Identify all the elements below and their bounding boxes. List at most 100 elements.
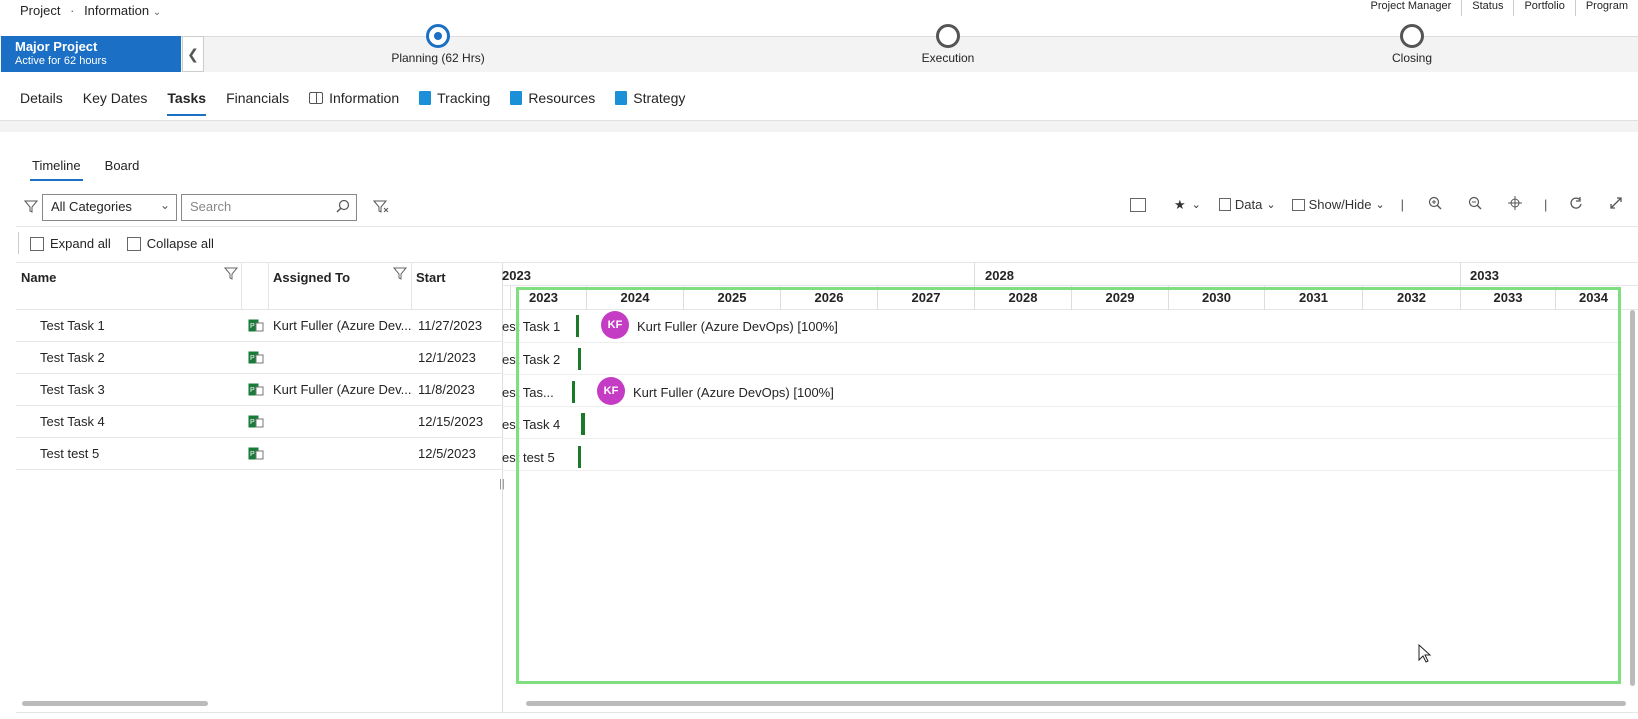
- breadcrumb-separator: ·: [70, 3, 75, 18]
- tab-key-dates[interactable]: Key Dates: [83, 86, 148, 110]
- tab-tracking[interactable]: Tracking: [419, 86, 490, 110]
- timeline-toolbar: ★ ⌄ Data ⌄ Show/Hide ⌄ | |: [1130, 196, 1623, 213]
- fit-to-screen-icon[interactable]: [1508, 196, 1523, 213]
- collapse-all-label: Collapse all: [146, 236, 214, 251]
- chevron-down-icon[interactable]: ⌄: [1192, 198, 1201, 211]
- project-name: Major Project: [15, 39, 98, 54]
- selection-highlight: [516, 287, 1621, 684]
- chevron-left-icon: ❮: [187, 45, 199, 62]
- top-links: Project Manager Status Portfolio Program: [1361, 0, 1638, 16]
- major-year: 2028: [985, 268, 1014, 283]
- mouse-cursor-icon: [1418, 643, 1432, 667]
- tab-resources[interactable]: Resources: [510, 86, 595, 110]
- toolbar-divider: |: [1400, 197, 1405, 212]
- task-start: 11/27/2023: [418, 318, 483, 333]
- task-name[interactable]: Test Task 1: [40, 318, 105, 333]
- stage-active-icon: [426, 24, 450, 48]
- data-menu-button[interactable]: Data: [1235, 197, 1262, 212]
- project-file-icon: P: [248, 447, 264, 460]
- tab-page-icon: [510, 91, 523, 105]
- search-icon[interactable]: [336, 199, 350, 216]
- task-name[interactable]: Test Task 4: [40, 414, 105, 429]
- task-name[interactable]: Test Task 3: [40, 382, 105, 397]
- column-header-name[interactable]: Name: [21, 270, 56, 285]
- tab-label: Key Dates: [82, 90, 148, 106]
- chevron-down-icon[interactable]: ⌄: [1266, 198, 1275, 211]
- task-start: 12/1/2023: [418, 350, 476, 365]
- svg-text:P: P: [250, 419, 255, 426]
- stage-execution[interactable]: Execution: [878, 24, 1018, 65]
- chevron-down-icon[interactable]: ⌄: [1375, 198, 1384, 211]
- expand-all-label: Expand all: [50, 236, 111, 251]
- column-header-start[interactable]: Start: [416, 270, 446, 285]
- splitter-handle-icon[interactable]: ||: [499, 478, 505, 490]
- table-row[interactable]: Test Task 2 P 12/1/2023: [16, 342, 502, 374]
- book-icon: [309, 92, 324, 104]
- link-portfolio[interactable]: Portfolio: [1513, 0, 1574, 16]
- show-hide-button[interactable]: Show/Hide: [1309, 197, 1372, 212]
- category-select[interactable]: All Categories ⌄: [42, 194, 177, 221]
- divider: [18, 232, 19, 254]
- chevron-down-icon[interactable]: ⌄: [153, 7, 161, 18]
- grid-horizontal-scrollbar[interactable]: [22, 701, 208, 706]
- table-row[interactable]: Test Task 3 P Kurt Fuller (Azure Dev... …: [16, 374, 502, 406]
- data-icon: [1218, 198, 1231, 211]
- task-name[interactable]: Test test 5: [40, 446, 99, 461]
- tab-label: Financials: [226, 90, 290, 106]
- category-value: All Categories: [51, 199, 132, 214]
- timeline-major-scale: [502, 262, 1638, 286]
- stage-planning[interactable]: Planning (62 Hrs): [368, 24, 508, 65]
- refresh-icon[interactable]: [1569, 196, 1583, 213]
- tab-information[interactable]: Information: [309, 86, 399, 110]
- tab-strategy[interactable]: Strategy: [615, 86, 685, 110]
- search-input[interactable]: Search: [181, 194, 357, 221]
- stage-closing[interactable]: Closing: [1342, 24, 1482, 65]
- active-duration: Active for 62 hours: [15, 55, 107, 67]
- process-flag[interactable]: Major Project Active for 62 hours: [1, 36, 181, 72]
- project-file-icon: P: [248, 319, 264, 332]
- expand-fullscreen-icon[interactable]: [1609, 196, 1623, 213]
- task-assigned: Kurt Fuller (Azure Dev...: [273, 318, 411, 333]
- column-filter-icon[interactable]: [392, 266, 408, 283]
- link-project-manager[interactable]: Project Manager: [1361, 0, 1462, 16]
- svg-text:P: P: [250, 451, 255, 458]
- table-row[interactable]: Test Task 4 P 12/15/2023: [16, 406, 502, 438]
- people-icon[interactable]: ★: [1174, 197, 1186, 213]
- tab-board[interactable]: Board: [105, 158, 140, 181]
- collapse-icon: [126, 236, 141, 251]
- major-year: 2023: [502, 268, 531, 283]
- expand-all-button[interactable]: Expand all: [30, 236, 111, 251]
- column-header-assigned[interactable]: Assigned To: [273, 270, 350, 285]
- table-row[interactable]: Test test 5 P 12/5/2023: [16, 438, 502, 470]
- vertical-scrollbar[interactable]: [1630, 310, 1635, 686]
- advanced-filter-icon[interactable]: [372, 199, 389, 216]
- tab-tasks[interactable]: Tasks: [167, 86, 206, 116]
- collapse-all-button[interactable]: Collapse all: [126, 236, 214, 251]
- collapse-process-button[interactable]: ❮: [182, 36, 204, 72]
- tab-details[interactable]: Details: [20, 86, 63, 110]
- filter-icon[interactable]: [23, 199, 39, 216]
- tab-financials[interactable]: Financials: [226, 86, 289, 110]
- form-tabs: Details Key Dates Tasks Financials Infor…: [20, 86, 685, 116]
- project-file-icon: P: [248, 351, 264, 364]
- project-file-icon: P: [248, 383, 264, 396]
- zoom-in-icon[interactable]: [1428, 196, 1442, 213]
- column-divider: [268, 262, 269, 310]
- export-icon[interactable]: [1130, 197, 1146, 212]
- tab-timeline[interactable]: Timeline: [30, 158, 83, 181]
- timeline-horizontal-scrollbar[interactable]: [526, 701, 1626, 706]
- major-year: 2033: [1470, 268, 1499, 283]
- form-selector[interactable]: Information: [84, 3, 149, 18]
- stage-label: Closing: [1391, 51, 1433, 65]
- zoom-out-icon[interactable]: [1468, 196, 1482, 213]
- stage-label: Planning (62 Hrs): [391, 51, 485, 65]
- link-program[interactable]: Program: [1574, 0, 1638, 16]
- column-filter-icon[interactable]: [223, 266, 239, 283]
- toolbar-divider: |: [1544, 197, 1548, 212]
- expand-collapse-row: Expand all Collapse all: [18, 232, 214, 254]
- stage-label: Execution: [921, 51, 975, 65]
- task-name[interactable]: Test Task 2: [40, 350, 105, 365]
- link-status[interactable]: Status: [1461, 0, 1513, 16]
- table-row[interactable]: Test Task 1 P Kurt Fuller (Azure Dev... …: [16, 310, 502, 342]
- table-icon: [1291, 198, 1305, 211]
